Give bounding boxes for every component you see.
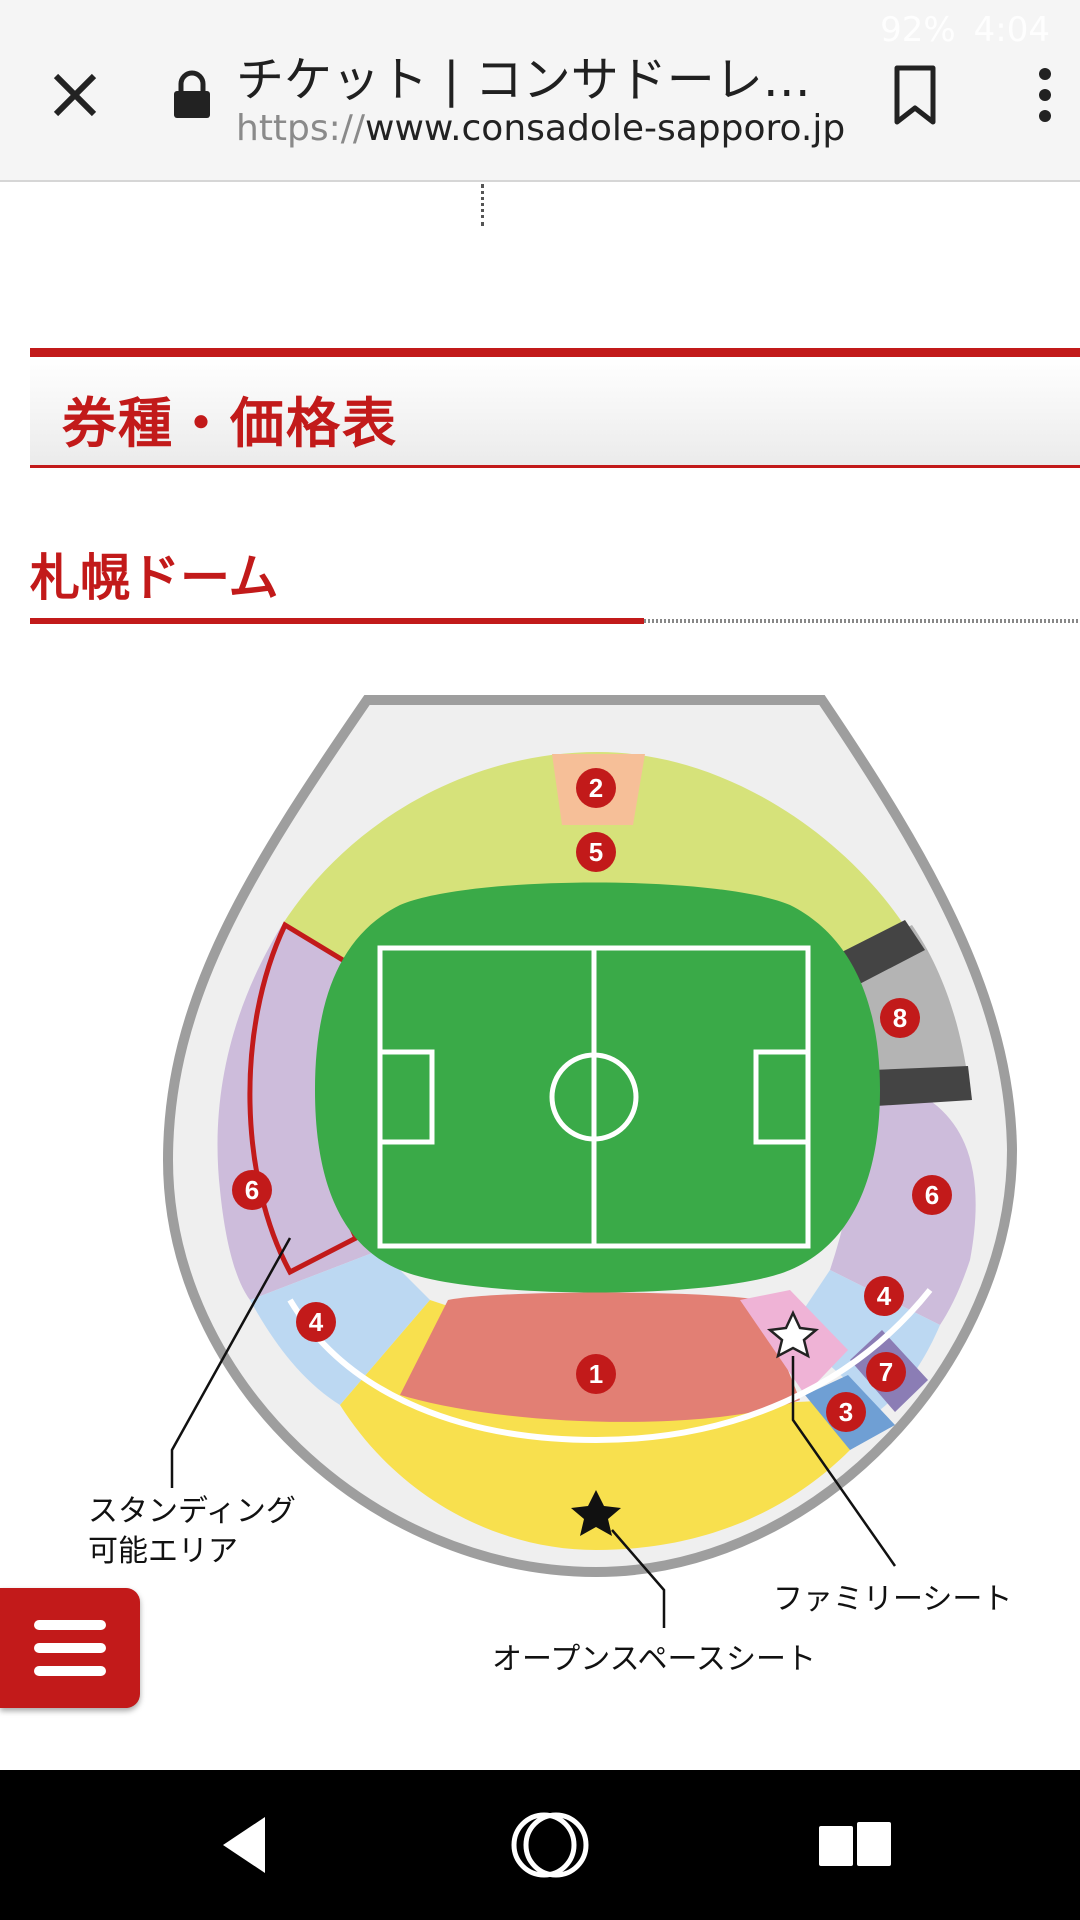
menu-button[interactable] [0, 1588, 140, 1708]
zone-7-number: 7 [879, 1357, 893, 1387]
battery-level: 92% [880, 10, 956, 50]
back-icon [223, 1817, 265, 1873]
home-button[interactable] [505, 1805, 595, 1885]
url-host: www.consadole-sapporo.jp [365, 108, 846, 149]
pitch [315, 882, 880, 1293]
browser-toolbar: 92% 4:04 チケット | コンサドーレ… https://www.cons… [0, 0, 1080, 182]
standing-area-label: スタンディング 可能エリア [88, 1492, 296, 1572]
zone-badge-6-left: 6 [232, 1170, 272, 1210]
recents-button[interactable] [810, 1805, 900, 1885]
lock-icon[interactable] [170, 70, 214, 120]
zone-8-number: 8 [893, 1003, 907, 1033]
family-seat-label: ファミリーシート [773, 1582, 1013, 1617]
back-button[interactable] [200, 1805, 290, 1885]
section-header: 券種・価格表 [30, 348, 1080, 468]
status-right: 92% 4:04 [880, 10, 1050, 50]
close-icon [53, 73, 97, 117]
venue-underline-dotted [644, 619, 1080, 623]
recents-icon [819, 1822, 891, 1866]
zone-badge-1: 1 [576, 1354, 616, 1394]
venue-title: 札幌ドーム [30, 549, 279, 607]
zone-badge-4-right: 4 [864, 1276, 904, 1316]
url-scheme: https:// [236, 108, 366, 149]
zone-badge-7: 7 [866, 1352, 906, 1392]
page-title: チケット | コンサドーレ… [236, 52, 811, 108]
bookmark-icon[interactable] [880, 60, 950, 130]
open-space-seat-label: オープンスペースシート [492, 1642, 816, 1677]
zone-badge-2: 2 [576, 768, 616, 808]
close-tab-button[interactable] [40, 60, 110, 130]
zone-6-right-number: 6 [925, 1180, 939, 1210]
url-bar[interactable]: https://www.consadole-sapporo.jp [236, 108, 845, 149]
venue-underline [30, 618, 644, 624]
zone-badge-8: 8 [880, 998, 920, 1038]
divider-dots [481, 184, 487, 226]
zone-6-left-number: 6 [245, 1175, 259, 1205]
standing-label-line2: 可能エリア [88, 1534, 238, 1569]
hamburger-icon [34, 1620, 106, 1676]
home-icon [511, 1812, 589, 1878]
standing-label-line1: スタンディング [88, 1494, 296, 1529]
clock: 4:04 [973, 10, 1050, 50]
zone-1-number: 1 [589, 1359, 603, 1389]
zone-2-number: 2 [589, 773, 603, 803]
section-title: 券種・価格表 [62, 392, 398, 455]
zone-badge-5: 5 [576, 832, 616, 872]
zone-5-number: 5 [589, 837, 603, 867]
system-nav-bar [0, 1770, 1080, 1920]
zone-badge-6-right: 6 [912, 1175, 952, 1215]
more-options-icon[interactable] [1020, 60, 1070, 130]
zone-4-left-number: 4 [309, 1307, 324, 1337]
zone-badge-4-left: 4 [296, 1302, 336, 1342]
zone-8-dark-lower [872, 1066, 972, 1106]
zone-badge-3: 3 [826, 1392, 866, 1432]
zone-4-right-number: 4 [877, 1281, 892, 1311]
zone-3-number: 3 [839, 1397, 853, 1427]
